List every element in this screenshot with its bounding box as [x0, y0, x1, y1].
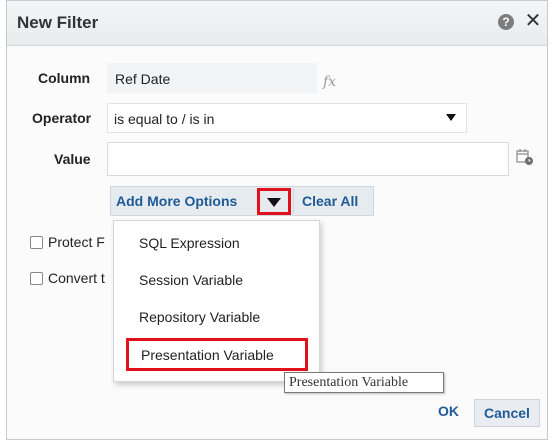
- help-icon[interactable]: ?: [498, 14, 514, 30]
- calendar-icon[interactable]: [516, 148, 534, 166]
- ok-button[interactable]: OK: [438, 403, 459, 419]
- add-options-menu: SQL Expression Session Variable Reposito…: [113, 220, 320, 382]
- menu-item-label: Repository Variable: [139, 309, 261, 325]
- menu-item-label: Session Variable: [139, 272, 244, 288]
- column-field[interactable]: Ref Date: [107, 63, 317, 93]
- menu-item-label: SQL Expression: [139, 235, 240, 251]
- column-label: Column: [38, 70, 91, 86]
- tooltip: Presentation Variable: [284, 372, 444, 393]
- close-icon[interactable]: ✕: [523, 10, 543, 32]
- convert-filter-checkbox[interactable]: [30, 272, 43, 285]
- add-more-options-button[interactable]: Add More Options: [116, 193, 237, 209]
- menu-item-repository-variable[interactable]: Repository Variable: [114, 301, 317, 333]
- menu-item-sql-expression[interactable]: SQL Expression: [114, 227, 317, 259]
- menu-item-session-variable[interactable]: Session Variable: [114, 264, 317, 296]
- fx-icon[interactable]: fx: [323, 74, 336, 90]
- button-divider: [293, 189, 294, 213]
- add-more-options-dropdown-button[interactable]: [257, 188, 291, 215]
- value-input[interactable]: [107, 142, 509, 176]
- operator-select[interactable]: is equal to / is in: [107, 103, 467, 133]
- menu-item-label: Presentation Variable: [141, 347, 274, 363]
- protect-filter-checkbox[interactable]: [30, 236, 43, 249]
- operator-label: Operator: [32, 110, 92, 126]
- caret-down-icon: [267, 198, 281, 207]
- clear-all-button[interactable]: Clear All: [302, 193, 358, 209]
- chevron-down-icon[interactable]: [446, 114, 456, 121]
- protect-filter-label: Protect F: [48, 234, 105, 250]
- dialog-titlebar: New Filter ? ✕: [7, 1, 547, 46]
- cancel-button[interactable]: Cancel: [474, 399, 540, 427]
- dialog-title: New Filter: [17, 13, 99, 32]
- convert-filter-label: Convert t: [48, 270, 105, 286]
- menu-item-presentation-variable[interactable]: Presentation Variable: [126, 338, 308, 371]
- value-label: Value: [54, 151, 91, 167]
